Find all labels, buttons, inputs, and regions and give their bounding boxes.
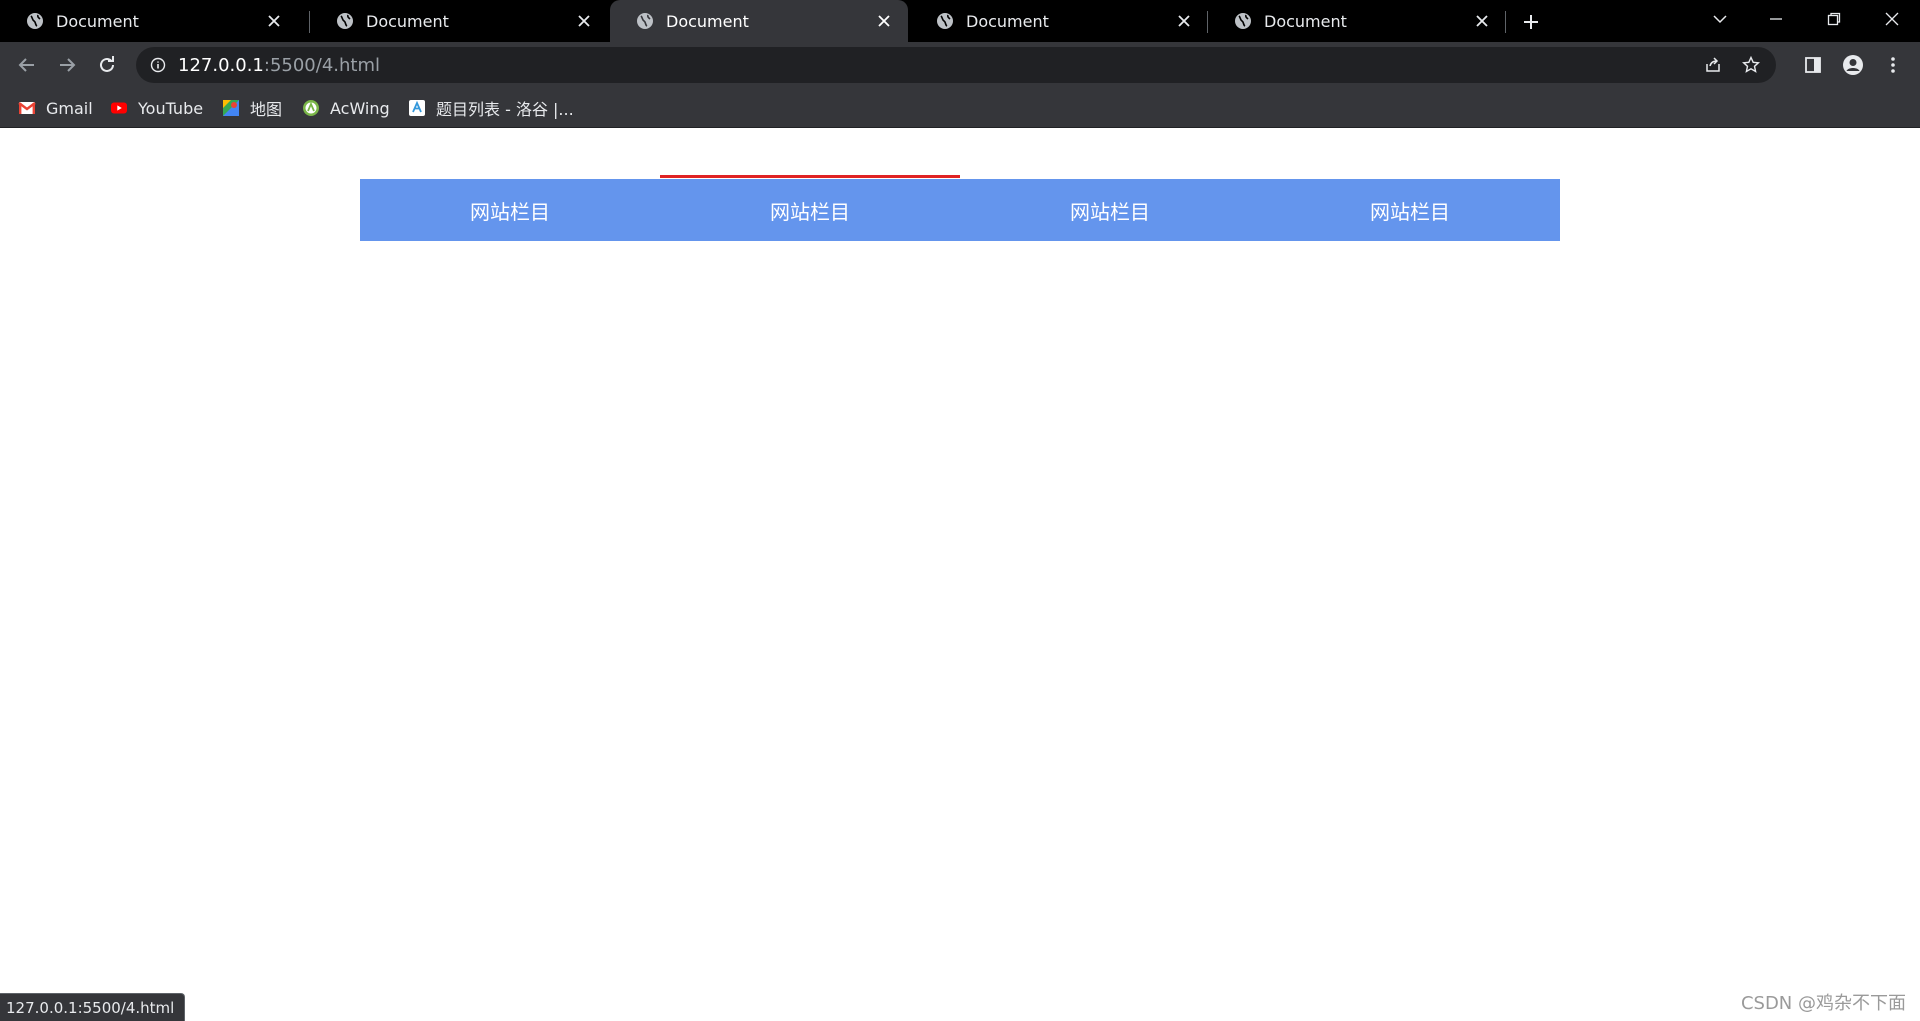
page-viewport: 网站栏目 网站栏目 网站栏目 网站栏目 127.0.0.1:5500/4.htm… xyxy=(0,129,1920,1021)
side-panel-button[interactable] xyxy=(1798,50,1828,80)
globe-icon xyxy=(337,13,353,29)
youtube-icon xyxy=(111,102,127,114)
forward-button[interactable] xyxy=(52,50,82,80)
tab-search-button[interactable] xyxy=(1692,0,1748,38)
share-button[interactable] xyxy=(1698,50,1728,80)
restore-button[interactable] xyxy=(1806,0,1862,38)
tab-title: Document xyxy=(1264,11,1347,31)
acwing-icon xyxy=(303,100,319,116)
restore-icon xyxy=(1827,12,1841,26)
reload-icon xyxy=(100,56,114,72)
new-tab-button[interactable] xyxy=(1516,7,1546,37)
bookmarks-bar: Gmail YouTube 地图 AcWing 题目列表 - 洛谷 |... xyxy=(0,88,1920,128)
close-icon xyxy=(1885,12,1899,26)
site-nav: 网站栏目 网站栏目 网站栏目 网站栏目 xyxy=(360,175,1560,241)
tab-strip: Document Document Document Document Docu… xyxy=(0,0,1920,42)
address-bar[interactable]: 127.0.0.1:5500/4.html xyxy=(136,47,1776,83)
bookmark-star-button[interactable] xyxy=(1736,50,1766,80)
more-vert-icon xyxy=(1891,57,1895,73)
tab-4[interactable]: Document xyxy=(910,0,1208,42)
bookmark-youtube[interactable]: YouTube xyxy=(110,94,203,122)
close-icon[interactable] xyxy=(570,7,598,35)
tab-title: Document xyxy=(966,11,1049,31)
bookmark-acwing[interactable]: AcWing xyxy=(302,94,390,122)
globe-icon xyxy=(637,13,653,29)
close-icon[interactable] xyxy=(1170,7,1198,35)
bookmark-label: YouTube xyxy=(138,98,204,118)
nav-item-3[interactable]: 网站栏目 xyxy=(960,179,1260,241)
bookmark-gmail[interactable]: Gmail xyxy=(18,94,93,122)
tab-3-active[interactable]: Document xyxy=(610,0,908,42)
menu-button[interactable] xyxy=(1878,50,1908,80)
arrow-right-icon xyxy=(60,58,76,72)
tab-5[interactable]: Document xyxy=(1208,0,1506,42)
info-icon[interactable] xyxy=(148,55,168,75)
globe-icon xyxy=(937,13,953,29)
avatar-icon xyxy=(1843,55,1863,75)
tab-title: Document xyxy=(666,11,749,31)
maps-icon xyxy=(223,100,239,116)
globe-icon xyxy=(27,13,43,29)
tab-separator xyxy=(1505,11,1506,33)
gmail-icon xyxy=(18,102,36,114)
nav-item-1[interactable]: 网站栏目 xyxy=(360,179,660,241)
luogu-icon xyxy=(409,100,425,116)
close-window-button[interactable] xyxy=(1864,0,1920,38)
reload-button[interactable] xyxy=(92,50,122,80)
watermark: CSDN @鸡杂不下面 xyxy=(1740,993,1906,1014)
minimize-button[interactable] xyxy=(1748,0,1804,38)
bookmark-maps[interactable]: 地图 xyxy=(222,94,282,122)
profile-button[interactable] xyxy=(1838,50,1868,80)
tab-title: Document xyxy=(366,11,449,31)
plus-icon xyxy=(1524,15,1538,29)
star-icon xyxy=(1742,56,1760,73)
side-panel-icon xyxy=(1805,57,1821,73)
arrow-left-icon xyxy=(18,58,34,72)
bookmark-label: 地图 xyxy=(250,100,283,119)
close-icon[interactable] xyxy=(260,7,288,35)
tab-1[interactable]: Document xyxy=(0,0,298,42)
close-icon[interactable] xyxy=(1468,7,1496,35)
url-host: 127.0.0.1 xyxy=(178,54,264,76)
status-bar: 127.0.0.1:5500/4.html xyxy=(0,993,186,1021)
browser-toolbar: 127.0.0.1:5500/4.html xyxy=(0,42,1920,88)
tab-title: Document xyxy=(56,11,139,31)
globe-icon xyxy=(1235,13,1251,29)
bookmark-luogu[interactable]: 题目列表 - 洛谷 |... xyxy=(408,94,574,122)
bookmark-label: Gmail xyxy=(46,98,93,118)
minimize-icon xyxy=(1770,18,1782,20)
bookmark-label: 题目列表 - 洛谷 |... xyxy=(436,100,574,119)
nav-item-4[interactable]: 网站栏目 xyxy=(1260,179,1560,241)
back-button[interactable] xyxy=(12,50,42,80)
url-path: :5500/4.html xyxy=(263,54,381,76)
bookmark-label: AcWing xyxy=(330,98,390,118)
close-icon[interactable] xyxy=(870,7,898,35)
nav-item-2[interactable]: 网站栏目 xyxy=(660,175,960,241)
chevron-down-icon xyxy=(1713,15,1727,24)
share-icon xyxy=(1706,57,1720,72)
browser-window: Document Document Document Document Docu… xyxy=(0,0,1920,1021)
tab-2[interactable]: Document xyxy=(310,0,608,42)
